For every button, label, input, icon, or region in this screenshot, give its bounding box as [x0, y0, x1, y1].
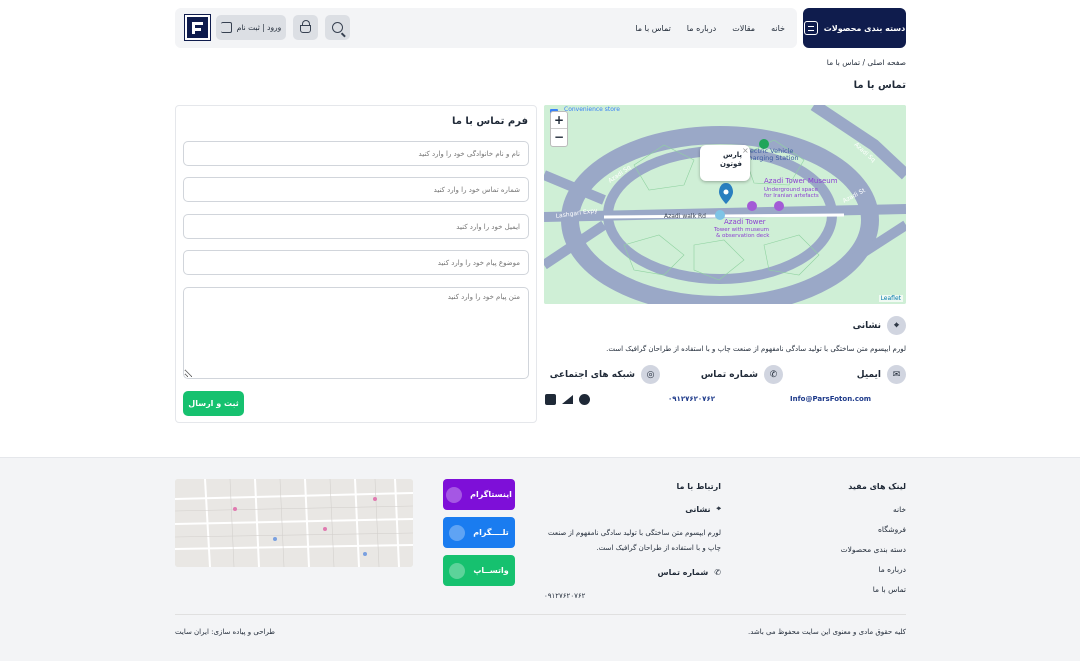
- search-icon: [332, 22, 343, 33]
- phone-label: شماره تماس: [700, 369, 758, 380]
- address-text: لورم ایپسوم متن ساختگی با تولید سادگی نا…: [606, 345, 906, 353]
- footer-map[interactable]: [175, 479, 413, 567]
- message-textarea[interactable]: [183, 287, 529, 379]
- designer-credit: طراحی و پیاده سازی: ایران سایت: [175, 628, 275, 636]
- login-icon: [220, 22, 232, 33]
- footer-phone-heading: ✆ شماره تماس: [658, 568, 721, 577]
- email-input[interactable]: [183, 214, 529, 239]
- login-button[interactable]: ورود | ثبت نام: [216, 15, 286, 40]
- phone-icon: ✆: [764, 365, 783, 384]
- main-nav: خانه مقالات درباره ما تماس با ما: [635, 8, 785, 48]
- whatsapp-icon: [449, 562, 466, 579]
- svg-text:Azadi Tower Museum: Azadi Tower Museum: [764, 177, 838, 185]
- search-button[interactable]: [325, 15, 350, 40]
- zoom-out-button[interactable]: −: [551, 129, 567, 146]
- nav-home[interactable]: خانه: [771, 24, 785, 33]
- footer-map-canvas: [175, 479, 413, 567]
- footer-address-title: نشانی: [685, 504, 711, 514]
- instagram-link-icon[interactable]: [545, 394, 556, 405]
- submit-button[interactable]: ثبت و ارسال: [183, 391, 244, 416]
- telegram-button[interactable]: تلــــگرام: [443, 517, 515, 548]
- category-label: دسته بندی محصولات: [823, 23, 906, 33]
- instagram-button[interactable]: اینستاگرام: [443, 479, 515, 510]
- footer-link-shop[interactable]: فروشگاه: [878, 525, 906, 534]
- footer-contact-title: ارتباط با ما: [676, 482, 721, 491]
- zoom-in-button[interactable]: +: [551, 112, 567, 129]
- footer-link-categories[interactable]: دسته بندی محصولات: [841, 545, 906, 554]
- map-popup: × پارس فوتون: [700, 145, 750, 181]
- social-links: [545, 394, 590, 405]
- footer-phone-title: شماره تماس: [657, 568, 709, 577]
- logo[interactable]: [184, 14, 211, 41]
- logo-icon: [192, 21, 203, 34]
- instagram-icon: [446, 486, 463, 503]
- whatsapp-label: واتســاپ: [473, 566, 509, 575]
- footer-link-about[interactable]: درباره ما: [878, 565, 906, 574]
- contact-form: فرم تماس با ما ثبت و ارسال: [175, 105, 537, 423]
- svg-text:Azadi walk Rd: Azadi walk Rd: [664, 213, 706, 220]
- telegram-icon: [449, 524, 466, 541]
- email-value[interactable]: Info@ParsFoton.com: [790, 395, 871, 403]
- svg-text:Charging Station: Charging Station: [744, 154, 799, 162]
- mail-icon: ✉: [887, 365, 906, 384]
- page-title: تماس با ما: [853, 80, 906, 91]
- location-pin-icon: ⌖: [887, 316, 906, 335]
- footer-links-title: لینک های مفید: [848, 482, 906, 491]
- copyright-text: کلیه حقوق مادی و معنوی این سایت محفوظ می…: [747, 628, 906, 636]
- svg-text:& observation deck: & observation deck: [716, 233, 770, 239]
- nav-articles[interactable]: مقالات: [732, 24, 755, 33]
- footer-address-text: لورم ایپسوم متن ساختگی با تولید سادگی نا…: [547, 529, 721, 552]
- subject-input[interactable]: [183, 250, 529, 275]
- name-input[interactable]: [183, 141, 529, 166]
- telegram-label: تلــــگرام: [473, 528, 509, 537]
- menu-icon: [803, 21, 818, 35]
- email-label: ایمیل: [856, 369, 881, 380]
- category-button[interactable]: دسته بندی محصولات: [803, 8, 906, 48]
- popup-text: پارس فوتون: [720, 151, 742, 168]
- location-pin-icon: ⌖: [716, 504, 721, 513]
- location-map[interactable]: Convenience store Electric Vehicle Charg…: [544, 105, 906, 304]
- footer-link-home[interactable]: خانه: [893, 505, 906, 514]
- basket-icon: [300, 20, 311, 33]
- footer-address-heading: ⌖ نشانی: [685, 504, 721, 514]
- phone-value[interactable]: ۰۹۱۲۷۶۲۰۷۶۲: [668, 395, 715, 403]
- zoom-control: + −: [550, 111, 568, 147]
- svg-text:for Iranian artefacts: for Iranian artefacts: [764, 193, 819, 199]
- social-label: شبکه های اجتماعی: [549, 369, 635, 380]
- email-heading: ✉ ایمیل: [857, 365, 906, 384]
- map-attribution[interactable]: Leaflet: [878, 295, 903, 302]
- navbar: خانه مقالات درباره ما تماس با ما ورود | …: [175, 8, 797, 48]
- phone-input[interactable]: [183, 177, 529, 202]
- whatsapp-link-icon[interactable]: [579, 394, 590, 405]
- login-label: ورود | ثبت نام: [236, 23, 282, 32]
- whatsapp-button[interactable]: واتســاپ: [443, 555, 515, 586]
- phone-icon: ✆: [714, 568, 721, 577]
- instagram-icon: ◎: [641, 365, 660, 384]
- footer-phone-value[interactable]: ۰۹۱۲۷۶۲۰۷۶۲: [544, 589, 585, 604]
- svg-text:Convenience store: Convenience store: [564, 106, 620, 113]
- footer-link-contact[interactable]: تماس با ما: [873, 585, 906, 594]
- address-heading: ⌖ نشانی: [853, 316, 906, 335]
- cart-button[interactable]: [293, 15, 318, 40]
- breadcrumb: صفحه اصلی / تماس با ما: [826, 58, 906, 67]
- address-title: نشانی: [852, 320, 881, 331]
- form-title: فرم تماس با ما: [451, 116, 528, 127]
- telegram-link-icon[interactable]: [562, 395, 573, 404]
- instagram-label: اینستاگرام: [470, 490, 512, 499]
- svg-text:Azadi Tower: Azadi Tower: [724, 218, 766, 226]
- footer: لینک های مفید خانه فروشگاه دسته بندی محص…: [0, 457, 1080, 661]
- social-heading: ◎ شبکه های اجتماعی: [550, 365, 660, 384]
- nav-contact[interactable]: تماس با ما: [635, 24, 671, 33]
- footer-divider: [175, 614, 906, 615]
- nav-about[interactable]: درباره ما: [687, 24, 716, 33]
- popup-close-icon[interactable]: ×: [742, 146, 749, 155]
- phone-heading: ✆ شماره تماس: [701, 365, 783, 384]
- map-canvas: Convenience store Electric Vehicle Charg…: [544, 105, 906, 304]
